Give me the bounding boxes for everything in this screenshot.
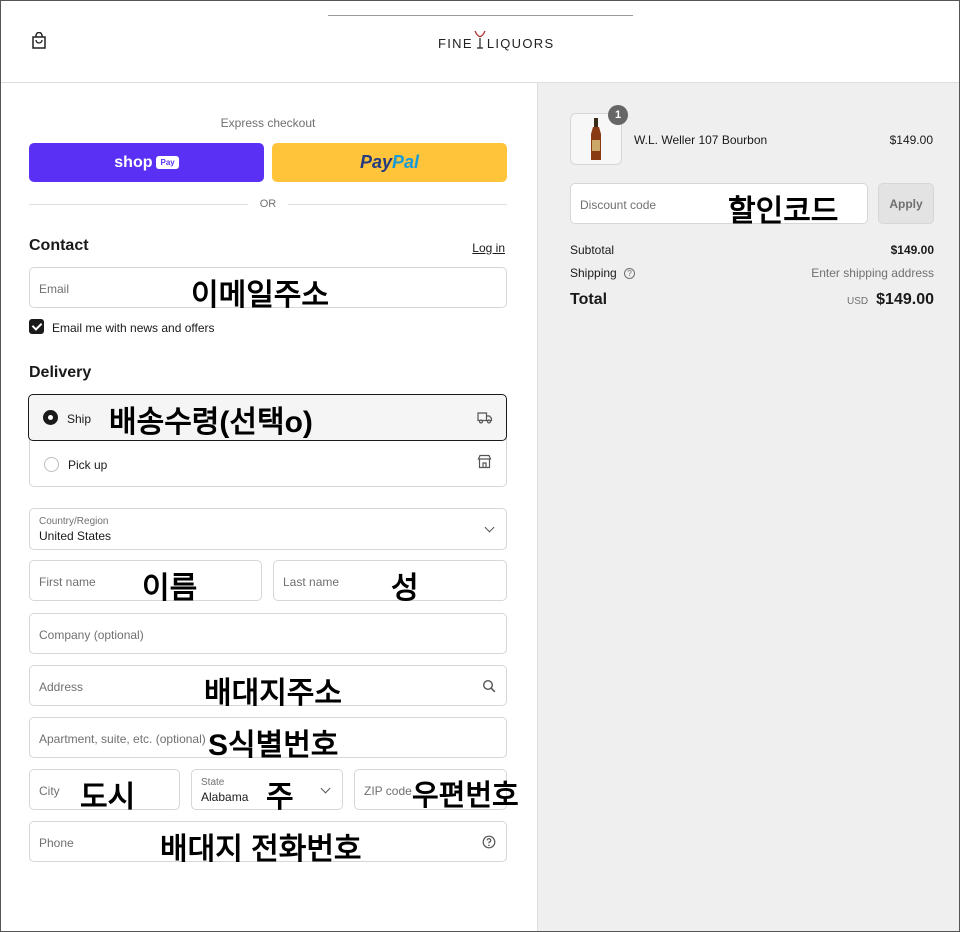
chevron-down-icon	[320, 783, 331, 794]
country-select[interactable]: Country/Region United States	[29, 508, 507, 550]
state-annotation: 주	[266, 781, 294, 814]
city-field[interactable]: City 도시	[29, 769, 180, 814]
wine-glass-icon	[474, 30, 486, 49]
zip-field[interactable]: ZIP code 우편번호	[354, 769, 519, 812]
delivery-title: Delivery	[29, 364, 92, 381]
truck-icon	[477, 412, 493, 424]
address-annotation: 배대지주소	[204, 677, 342, 710]
discount-annotation: 할인코드	[728, 195, 839, 228]
phone-field[interactable]: Phone 배대지 전화번호	[29, 821, 507, 866]
email-annotation: 이메일주소	[191, 279, 329, 312]
quantity-badge: 1	[608, 105, 628, 125]
login-link[interactable]: Log in	[472, 241, 505, 255]
shipping-row: Shipping ? Enter shipping address	[570, 266, 934, 280]
shopping-bag-icon[interactable]	[31, 32, 47, 50]
state-value: Alabama	[201, 790, 249, 804]
ship-radio[interactable]	[43, 410, 58, 425]
total-row: Total USD $149.00	[570, 291, 934, 309]
shipping-value: Enter shipping address	[811, 266, 934, 280]
header-divider	[328, 15, 633, 16]
company-placeholder: Company (optional)	[39, 628, 144, 642]
paypal-button[interactable]: Pay Pal	[272, 143, 507, 182]
apartment-placeholder: Apartment, suite, etc. (optional)	[39, 732, 206, 746]
logo-text-left: FINE	[438, 35, 473, 51]
search-icon[interactable]	[482, 679, 496, 693]
discount-code-field[interactable]: Discount code 할인코드	[570, 183, 868, 228]
address-field[interactable]: Address 배대지주소	[29, 665, 507, 710]
bourbon-bottle-icon	[591, 118, 601, 160]
subtotal-row: Subtotal $149.00	[570, 243, 934, 257]
state-label: State	[201, 777, 225, 788]
checkout-page: FINE LIQUORS Express checkout shop Pay P…	[0, 0, 960, 932]
subtotal-value: $149.00	[890, 243, 934, 257]
ship-annotation: 배송수령(선택o)	[109, 406, 313, 439]
phone-placeholder: Phone	[39, 836, 74, 850]
discount-placeholder: Discount code	[580, 198, 657, 212]
last-name-placeholder: Last name	[283, 575, 340, 589]
zip-placeholder: ZIP code	[364, 784, 412, 798]
first-name-annotation: 이름	[142, 572, 198, 605]
address-placeholder: Address	[39, 680, 84, 694]
pickup-radio[interactable]	[44, 457, 59, 472]
last-name-field[interactable]: Last name 성	[273, 560, 507, 605]
store-logo[interactable]: FINE LIQUORS	[438, 30, 555, 54]
shop-pay-badge: Pay	[156, 156, 179, 169]
city-placeholder: City	[39, 784, 60, 798]
first-name-field[interactable]: First name 이름	[29, 560, 262, 605]
newsletter-label: Email me with news and offers	[52, 321, 215, 335]
shop-pay-wordmark: shop	[114, 153, 153, 171]
total-label: Total	[570, 291, 608, 308]
newsletter-checkbox[interactable]	[29, 319, 44, 334]
zip-annotation: 우편번호	[412, 780, 519, 812]
apartment-field[interactable]: Apartment, suite, etc. (optional) S식별번호	[29, 717, 507, 762]
ship-option[interactable]: Ship 배송수령(선택o)	[28, 394, 507, 441]
country-value: United States	[39, 529, 112, 543]
phone-annotation: 배대지 전화번호	[160, 833, 362, 866]
state-select[interactable]: State Alabama 주	[191, 769, 343, 814]
first-name-placeholder: First name	[39, 575, 96, 589]
or-label: OR	[248, 198, 288, 210]
header: FINE LIQUORS	[1, 1, 959, 83]
total-currency: USD	[847, 296, 869, 307]
product-name: W.L. Weller 107 Bourbon	[634, 133, 768, 147]
help-icon[interactable]	[482, 835, 496, 849]
store-icon	[477, 454, 492, 469]
pickup-label[interactable]: Pick up	[68, 458, 107, 472]
total-value: $149.00	[876, 291, 934, 308]
shop-pay-button[interactable]: shop Pay	[29, 143, 264, 182]
order-summary: 1 W.L. Weller 107 Bourbon $149.00 Discou…	[537, 83, 959, 931]
email-field[interactable]: Email 이메일주소	[29, 267, 507, 312]
chevron-down-icon	[484, 522, 495, 533]
email-placeholder: Email	[39, 282, 70, 296]
shipping-label: Shipping	[570, 266, 617, 280]
paypal-wordmark-1: Pay	[359, 152, 392, 172]
subtotal-label: Subtotal	[570, 243, 615, 257]
paypal-wordmark-2: Pal	[392, 152, 420, 172]
last-name-annotation: 성	[391, 572, 419, 605]
product-price: $149.00	[889, 133, 933, 147]
country-label: Country/Region	[39, 516, 109, 527]
logo-text-right: LIQUORS	[486, 35, 555, 51]
city-annotation: 도시	[80, 781, 136, 814]
ship-label: Ship	[67, 412, 92, 426]
apartment-annotation: S식별번호	[208, 729, 339, 762]
express-checkout-label: Express checkout	[220, 116, 316, 130]
apply-button[interactable]: Apply	[878, 183, 934, 224]
contact-title: Contact	[29, 237, 89, 254]
shipping-help-icon[interactable]: ?	[624, 268, 636, 280]
company-field[interactable]: Company (optional)	[29, 613, 507, 654]
